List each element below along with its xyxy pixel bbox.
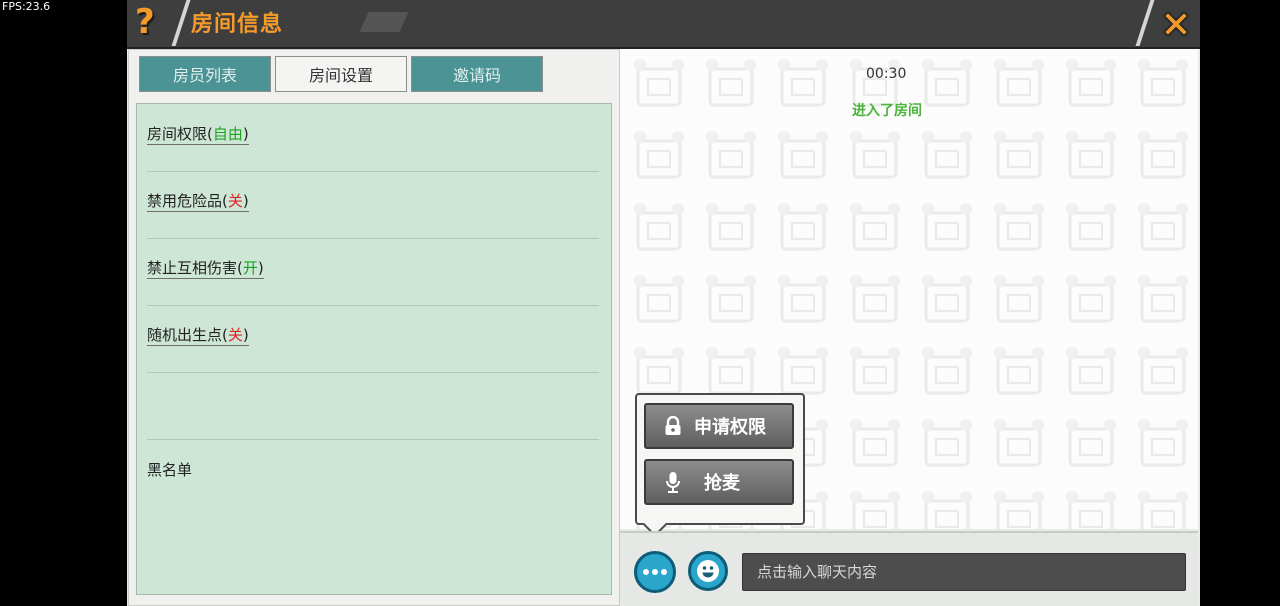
more-dots-icon[interactable] — [634, 551, 676, 593]
grab-mic-button[interactable]: 抢麦 — [644, 459, 794, 505]
title-divider-right — [1135, 0, 1155, 46]
tab-bar: 房员列表 房间设置 邀请码 — [139, 56, 543, 94]
setting-value: 开 — [242, 259, 258, 277]
setting-label[interactable]: 房间权限(自由) — [147, 123, 249, 145]
action-popup: 申请权限 抢麦 — [635, 393, 805, 525]
tab-invite-code[interactable]: 邀请码 — [411, 56, 543, 92]
close-icon[interactable] — [1156, 4, 1196, 44]
room-settings-panel: 房员列表 房间设置 邀请码 房间权限(自由) 禁用危险品(关) 禁止互相伤害(开… — [128, 49, 620, 606]
blacklist-label[interactable]: 黑名单 — [147, 459, 192, 480]
setting-ban-dangerous-items[interactable]: 禁用危险品(关) — [147, 171, 599, 239]
tab-member-list[interactable]: 房员列表 — [139, 56, 271, 92]
tab-room-settings[interactable]: 房间设置 — [275, 56, 407, 92]
help-question-icon[interactable]: ? — [135, 0, 175, 44]
setting-room-permission[interactable]: 房间权限(自由) — [147, 104, 599, 172]
fps-counter: FPS:23.6 — [0, 0, 53, 13]
setting-label[interactable]: 随机出生点(关) — [147, 324, 249, 346]
lock-icon — [662, 416, 684, 436]
setting-value: 关 — [227, 192, 243, 210]
setting-label[interactable]: 禁止互相伤害(开) — [147, 257, 264, 279]
chat-system-message: 进入了房间 — [852, 103, 922, 119]
empty-row — [147, 372, 599, 440]
setting-no-friendly-fire[interactable]: 禁止互相伤害(开) — [147, 238, 599, 306]
chat-input[interactable]: 点击输入聊天内容 — [742, 553, 1186, 591]
window-title: 房间信息 — [191, 12, 284, 37]
setting-label[interactable]: 禁用危险品(关) — [147, 190, 249, 212]
setting-random-spawn[interactable]: 随机出生点(关) — [147, 305, 599, 373]
title-bar: ? 房间信息 — [127, 0, 1200, 49]
setting-value: 关 — [227, 326, 243, 344]
chat-input-bar: 点击输入聊天内容 — [620, 531, 1198, 606]
request-permission-button[interactable]: 申请权限 — [644, 403, 794, 449]
setting-value: 自由 — [212, 125, 243, 143]
title-decoration — [359, 12, 409, 32]
chat-timestamp: 00:30 — [866, 66, 907, 82]
microphone-icon — [662, 471, 684, 493]
settings-list: 房间权限(自由) 禁用危险品(关) 禁止互相伤害(开) 随机出生点(关) 黑名单 — [136, 103, 612, 595]
request-permission-label: 申请权限 — [694, 417, 766, 438]
smiley-icon[interactable] — [688, 551, 728, 591]
room-info-window: ? 房间信息 房员列表 房间设置 邀请码 房间权限(自由) 禁用危险品(关) 禁… — [127, 0, 1200, 606]
grab-mic-label: 抢麦 — [704, 473, 740, 494]
